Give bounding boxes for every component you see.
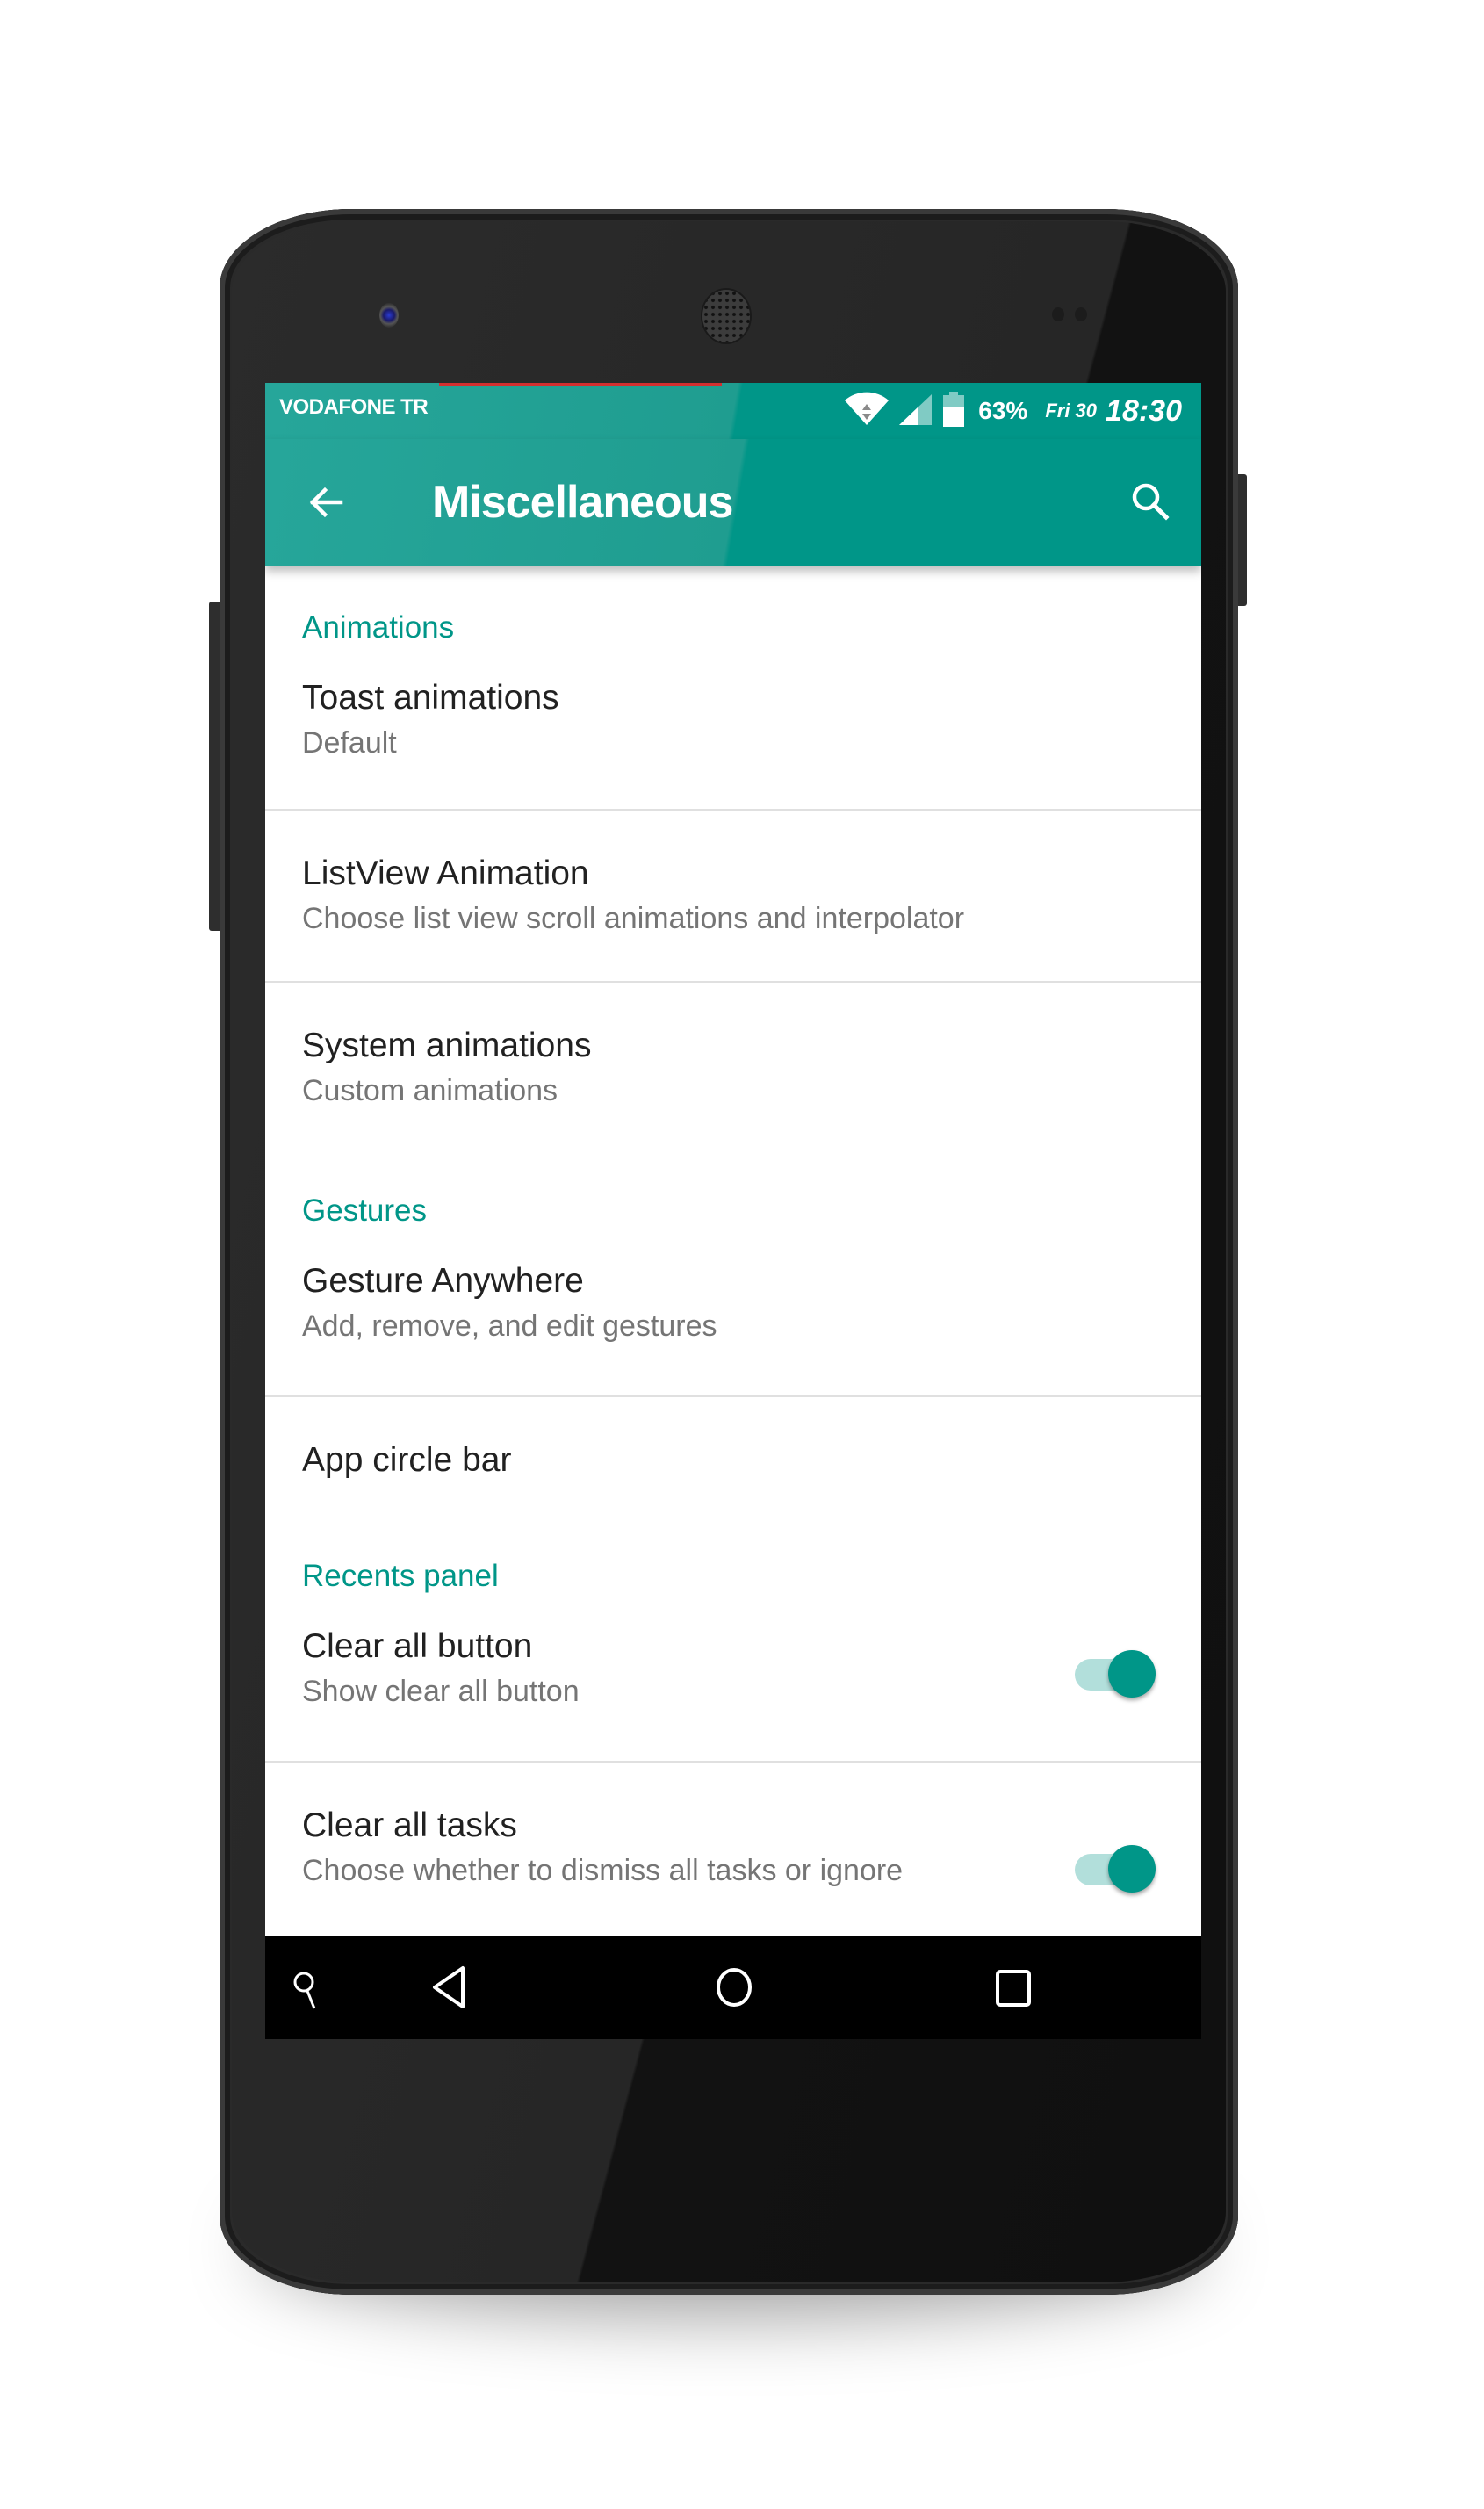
- phone-screen: VODAFONE TR 63% Fri 30 18:30 Miscellaneo…: [265, 383, 1201, 2039]
- back-triangle-icon[interactable]: [428, 1963, 472, 2016]
- battery-icon: [941, 391, 966, 431]
- status-bar: VODAFONE TR 63% Fri 30 18:30: [265, 383, 1201, 439]
- pref-gesture-anywhere[interactable]: Gesture Anywhere Add, remove, and edit g…: [265, 1262, 1201, 1395]
- pref-app-circle-bar[interactable]: App circle bar: [265, 1397, 1201, 1529]
- pref-summary: Choose whether to dismiss all tasks or i…: [302, 1854, 904, 1887]
- section-header-animations: Animations: [302, 610, 455, 645]
- light-sensor: [1075, 307, 1087, 321]
- pref-summary: Default: [302, 726, 397, 760]
- section-header-recents-panel: Recents panel: [302, 1559, 499, 1593]
- preferences-list: Animations Toast animations Default List…: [265, 566, 1201, 1938]
- home-circle-icon[interactable]: [711, 1965, 757, 2015]
- navigation-bar: [265, 1936, 1201, 2039]
- status-icons: 63% Fri 30 18:30: [843, 390, 1182, 432]
- pref-summary: Show clear all button: [302, 1675, 580, 1708]
- clear-all-tasks-switch[interactable]: [1075, 1842, 1156, 1893]
- page-title: Miscellaneous: [432, 477, 733, 528]
- section-header-gestures: Gestures: [302, 1193, 427, 1228]
- earpiece-speaker: [702, 290, 750, 342]
- pref-toast-animations[interactable]: Toast animations Default: [265, 679, 1201, 809]
- proximity-sensor: [1052, 307, 1064, 321]
- status-time: 18:30: [1106, 393, 1182, 428]
- status-date: Fri 30: [1045, 400, 1098, 422]
- pref-summary: Add, remove, and edit gestures: [302, 1309, 717, 1343]
- clear-all-button-switch[interactable]: [1075, 1647, 1156, 1698]
- pref-clear-all-button[interactable]: Clear all button Show clear all button: [265, 1627, 1201, 1761]
- front-camera: [379, 303, 399, 328]
- pref-title: App circle bar: [302, 1441, 512, 1479]
- pref-title: System animations: [302, 1027, 592, 1064]
- cellular-signal-icon: [899, 393, 933, 430]
- switch-thumb: [1108, 1845, 1156, 1893]
- carrier-name: VODAFONE TR: [279, 395, 429, 419]
- pref-system-animations[interactable]: System animations Custom animations: [265, 983, 1201, 1155]
- search-button[interactable]: [1124, 476, 1177, 529]
- pref-title: ListView Animation: [302, 854, 589, 892]
- pref-summary: Choose list view scroll animations and i…: [302, 902, 965, 935]
- search-icon[interactable]: [292, 1970, 323, 2018]
- pref-summary: Custom animations: [302, 1074, 558, 1107]
- pref-listview-animation[interactable]: ListView Animation Choose list view scro…: [265, 811, 1201, 981]
- wifi-icon: [843, 392, 890, 431]
- battery-percent: 63%: [978, 397, 1028, 424]
- arrow-back-icon: [300, 487, 353, 532]
- notification-indicator: [439, 383, 722, 386]
- pref-title: Toast animations: [302, 679, 559, 717]
- search-icon: [1124, 483, 1177, 532]
- switch-thumb: [1108, 1650, 1156, 1698]
- pref-clear-all-tasks[interactable]: Clear all tasks Choose whether to dismis…: [265, 1763, 1201, 1938]
- pref-title: Clear all tasks: [302, 1806, 517, 1844]
- recents-square-icon[interactable]: [991, 1965, 1036, 2015]
- back-button[interactable]: [300, 476, 353, 529]
- pref-title: Gesture Anywhere: [302, 1262, 584, 1300]
- pref-title: Clear all button: [302, 1627, 533, 1665]
- app-bar: Miscellaneous: [265, 439, 1201, 566]
